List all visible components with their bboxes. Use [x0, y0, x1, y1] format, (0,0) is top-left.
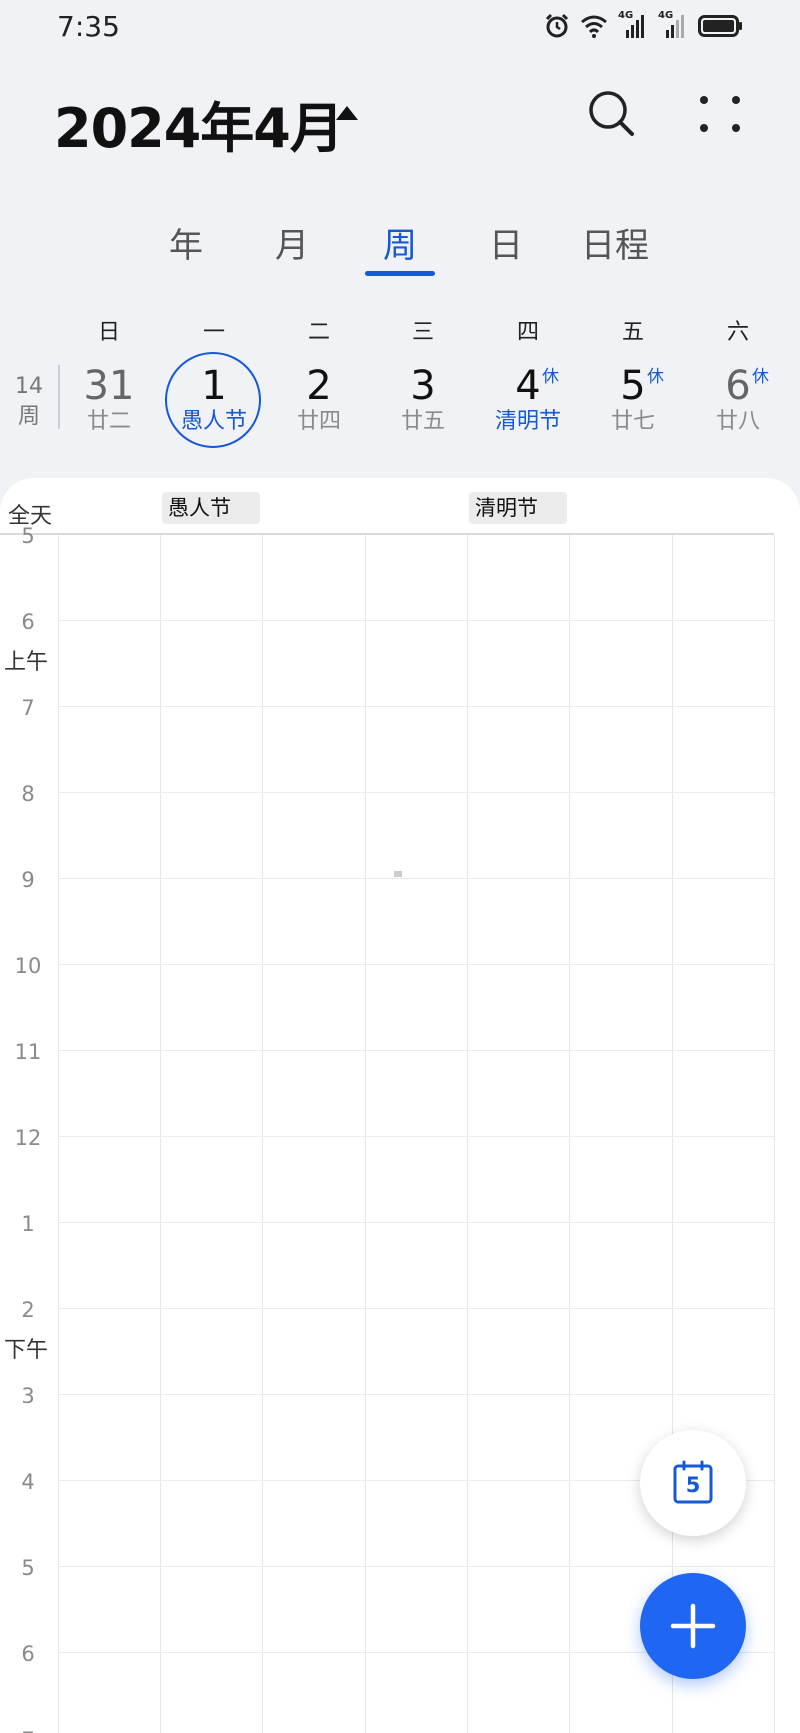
day-cell[interactable]: 3 廿五	[371, 364, 475, 436]
hour-label: 1	[21, 1212, 35, 1236]
hour-label: 5	[21, 1556, 35, 1580]
battery-icon	[698, 15, 742, 37]
hour-label: 4	[21, 1470, 35, 1494]
day-cell[interactable]: 31 廿二	[57, 364, 161, 436]
grid-hour-line	[58, 620, 774, 621]
day-cell[interactable]: 1 愚人节	[162, 364, 266, 436]
allday-event[interactable]: 清明节	[469, 492, 567, 524]
day-number: 3	[410, 363, 436, 409]
search-icon[interactable]	[586, 88, 638, 140]
day-number: 6	[725, 363, 751, 409]
day-lunar: 廿五	[400, 409, 445, 434]
hour-label: 11	[14, 1040, 42, 1064]
month-title[interactable]: 2024年4月	[54, 84, 344, 163]
weekday-label: 二	[307, 320, 330, 345]
drag-handle-icon	[394, 871, 402, 877]
status-time: 7:35	[57, 10, 120, 43]
status-bar: 7:35 4G 4G	[0, 0, 800, 56]
hour-label: 2	[21, 1298, 35, 1322]
grid-column-line	[58, 535, 59, 1733]
signal-icon: 4G	[618, 10, 648, 40]
day-lunar: 廿四	[296, 409, 341, 434]
go-to-today-button[interactable]: 5	[640, 1430, 746, 1536]
week-number-unit: 周	[17, 404, 40, 429]
day-lunar: 清明节	[494, 409, 561, 434]
period-label-am: 上午	[4, 650, 49, 675]
grid-hour-line	[58, 706, 774, 707]
weekday-label: 三	[411, 320, 434, 345]
grid-column-line	[160, 535, 161, 1733]
holiday-rest-badge: 休	[542, 367, 559, 387]
day-lunar: 廿八	[715, 409, 760, 434]
weekday-label: 五	[621, 320, 644, 345]
grid-hour-line	[58, 1050, 774, 1051]
grid-column-line	[262, 535, 263, 1733]
grid-hour-line	[58, 878, 774, 879]
weekday-label: 一	[202, 320, 225, 345]
hour-label: 9	[21, 868, 35, 892]
period-label-pm: 下午	[4, 1338, 49, 1363]
plus-icon	[670, 1603, 716, 1649]
day-cell[interactable]: 4 休 清明节	[476, 364, 580, 436]
grid-hour-line	[58, 792, 774, 793]
grid-hour-line	[58, 1222, 774, 1223]
hour-label: 3	[21, 1384, 35, 1408]
grid-hour-line	[58, 1308, 774, 1309]
grid-hour-line	[58, 1566, 774, 1567]
grid-column-line	[672, 535, 673, 1733]
holiday-rest-badge: 休	[752, 367, 769, 387]
network-label: 4G	[618, 10, 634, 21]
grid-column-line	[365, 535, 366, 1733]
today-day-number: 5	[685, 1473, 701, 1497]
day-lunar: 廿二	[86, 409, 131, 434]
day-lunar: 愚人节	[180, 409, 247, 434]
more-options-icon[interactable]	[696, 92, 744, 140]
day-number: 1	[201, 363, 227, 409]
grid-hour-line	[58, 964, 774, 965]
weekday-label: 六	[726, 320, 749, 345]
status-icons: 4G 4G	[544, 10, 744, 40]
add-event-button[interactable]	[640, 1573, 746, 1679]
hour-label: 7	[21, 696, 35, 720]
day-number: 5	[620, 363, 646, 409]
grid-column-line	[569, 535, 570, 1733]
hour-label: 6	[21, 1642, 35, 1666]
tab-year[interactable]: 年	[136, 218, 236, 267]
weekday-label: 日	[97, 320, 120, 345]
hour-label: 5	[21, 524, 35, 548]
tab-week[interactable]: 周	[350, 218, 450, 267]
network-label: 4G	[658, 10, 674, 21]
allday-separator	[0, 533, 774, 535]
grid-column-line	[774, 535, 775, 1733]
week-grid-panel[interactable]: 全天 愚人节 清明节 5 6 上午 7 8 9 10 11 12 1 2 下午 …	[0, 478, 800, 1733]
hour-label: 10	[14, 954, 42, 978]
tab-indicator	[365, 271, 435, 276]
wifi-icon	[581, 15, 607, 38]
caret-up-icon[interactable]	[334, 104, 360, 122]
day-cell[interactable]: 5 休 廿七	[581, 364, 685, 436]
grid-hour-line	[58, 1394, 774, 1395]
day-number: 4	[515, 363, 541, 409]
signal-icon: 4G	[658, 10, 688, 40]
week-number: 14 周	[14, 372, 44, 432]
day-number: 31	[83, 363, 135, 409]
day-number: 2	[306, 363, 332, 409]
day-cell[interactable]: 2 廿四	[267, 364, 371, 436]
hour-label: 12	[14, 1126, 42, 1150]
day-cell[interactable]: 6 休 廿八	[686, 364, 790, 436]
hour-label: 8	[21, 782, 35, 806]
alarm-icon	[545, 13, 569, 38]
tab-month[interactable]: 月	[242, 218, 342, 267]
grid-hour-line	[58, 1136, 774, 1137]
grid-column-line	[467, 535, 468, 1733]
tab-day[interactable]: 日	[456, 218, 556, 267]
holiday-rest-badge: 休	[647, 367, 664, 387]
day-lunar: 廿七	[610, 409, 655, 434]
hour-label: 6	[21, 610, 35, 634]
allday-event[interactable]: 愚人节	[162, 492, 260, 524]
weekday-label: 四	[516, 320, 539, 345]
hour-label: 7	[0, 1728, 56, 1733]
tab-schedule[interactable]: 日程	[565, 218, 665, 267]
week-number-value: 14	[15, 374, 43, 399]
